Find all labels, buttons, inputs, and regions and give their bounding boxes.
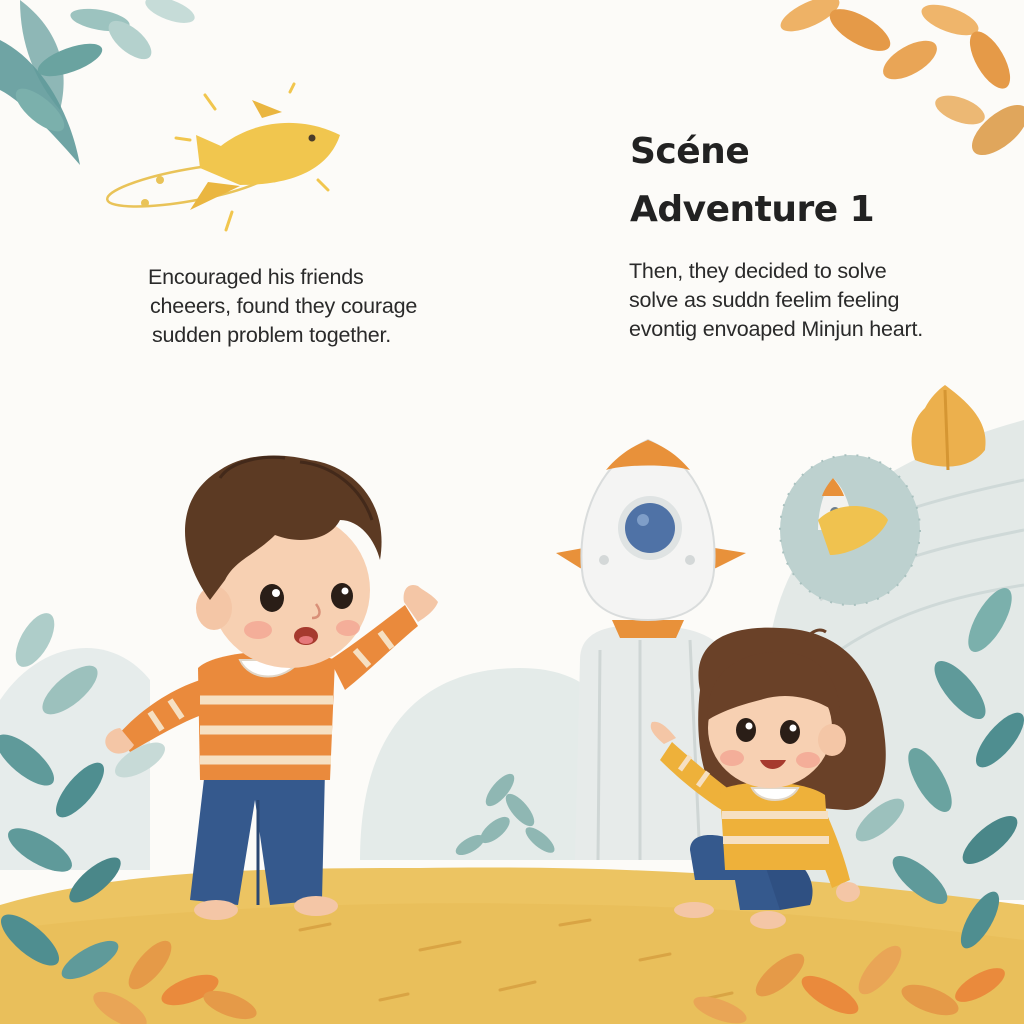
- right-caption-line-1: Then, they decided to solve: [629, 259, 887, 283]
- foliage-top-left: [0, 0, 195, 165]
- left-caption-line-1: Encouraged his friends: [148, 265, 364, 289]
- right-caption: Then, they decided to solve solve as sud…: [629, 257, 923, 344]
- fish-comet-icon: [105, 82, 340, 232]
- left-caption-line-2: cheeers, found they courage: [150, 294, 418, 318]
- left-caption-line-3: sudden problem together.: [152, 323, 392, 347]
- right-caption-line-3: evontig envoaped Minjun heart.: [629, 317, 924, 341]
- left-caption: Encouraged his friends cheeers, found th…: [148, 263, 417, 350]
- scene-title-line-2: Adventure 1: [630, 189, 875, 230]
- right-caption-line-2: solve as suddn feelim feeling: [629, 288, 900, 312]
- scene-title: Scéne Adventure 1: [630, 123, 875, 239]
- scene-title-line-1: Scéne: [630, 131, 750, 172]
- storybook-page: Scéne Adventure 1 Encouraged his friends…: [0, 0, 1024, 1024]
- autumn-leaf-icon: [911, 385, 986, 471]
- rocket-icon: [556, 438, 746, 638]
